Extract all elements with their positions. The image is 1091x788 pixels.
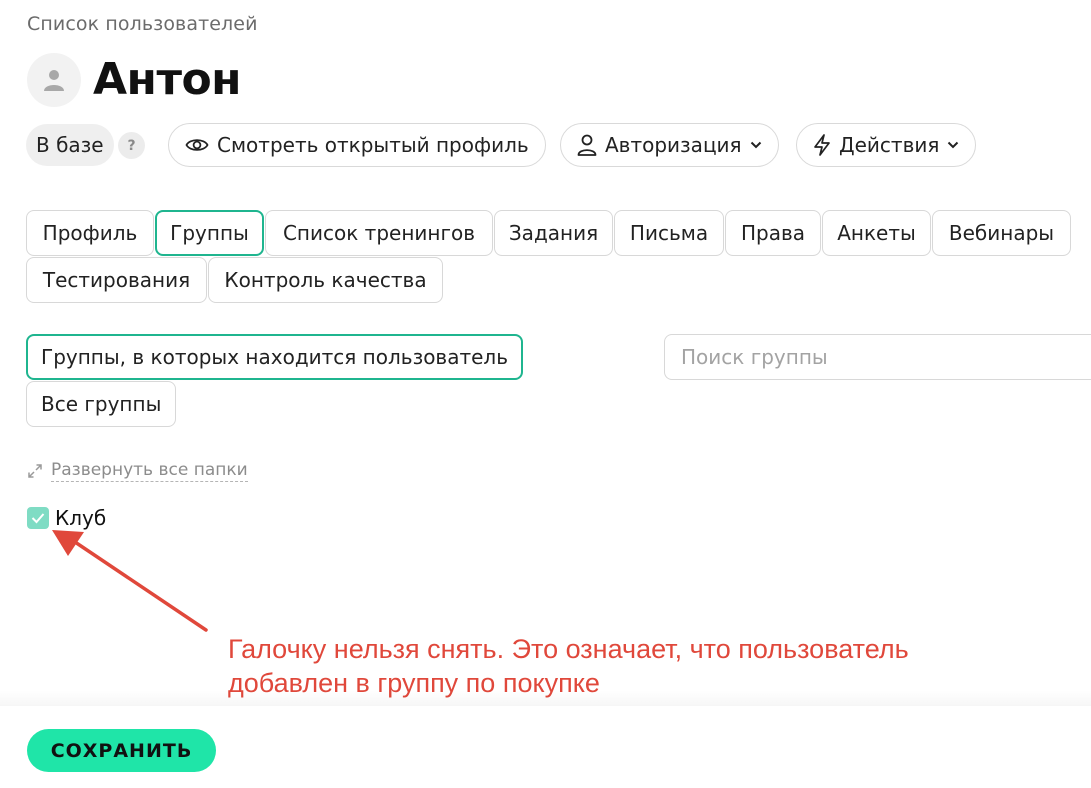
view-profile-label: Смотреть открытый профиль (217, 133, 529, 157)
tab-quality-control[interactable]: Контроль качества (208, 257, 443, 303)
tab-trainings[interactable]: Список тренингов (265, 210, 493, 256)
authorization-label: Авторизация (605, 133, 742, 157)
user-icon (44, 70, 64, 91)
actions-label: Действия (839, 133, 940, 157)
eye-icon (185, 139, 209, 151)
breadcrumb[interactable]: Список пользователей (27, 13, 258, 35)
avatar (27, 53, 81, 107)
expand-icon (28, 463, 42, 478)
check-icon (31, 513, 45, 524)
tab-rights[interactable]: Права (725, 210, 821, 256)
search-input[interactable] (664, 334, 1091, 380)
tab-surveys[interactable]: Анкеты (822, 210, 931, 256)
view-profile-button[interactable]: Смотреть открытый профиль (168, 123, 546, 167)
chevron-down-icon (750, 141, 761, 149)
expand-all-link[interactable]: Развернуть все папки (27, 459, 248, 482)
page-title: Антон (93, 54, 242, 105)
user-outline-icon (577, 134, 597, 156)
status-badge: В базе (26, 124, 114, 166)
annotation-line-1: Галочку нельзя снять. Это означает, что … (228, 634, 909, 664)
group-item: Клуб (27, 506, 106, 530)
group-label: Клуб (55, 506, 107, 530)
tab-webinars[interactable]: Вебинары (932, 210, 1071, 256)
actions-dropdown[interactable]: Действия (796, 123, 977, 167)
save-button[interactable]: СОХРАНИТЬ (27, 729, 216, 772)
group-checkbox-disabled[interactable] (27, 507, 49, 529)
expand-all-label: Развернуть все папки (51, 460, 248, 482)
tab-letters[interactable]: Письма (614, 210, 724, 256)
authorization-dropdown[interactable]: Авторизация (560, 123, 779, 167)
filter-all-groups[interactable]: Все группы (26, 381, 177, 427)
chevron-down-icon (948, 141, 959, 149)
filter-user-groups[interactable]: Группы, в которых находится пользователь (26, 334, 524, 380)
tab-tasks[interactable]: Задания (494, 210, 613, 256)
tab-groups[interactable]: Группы (155, 210, 264, 256)
tab-profile[interactable]: Профиль (26, 210, 154, 256)
help-icon[interactable]: ? (118, 132, 145, 159)
tab-tests[interactable]: Тестирования (26, 257, 207, 303)
lightning-icon (814, 134, 830, 156)
